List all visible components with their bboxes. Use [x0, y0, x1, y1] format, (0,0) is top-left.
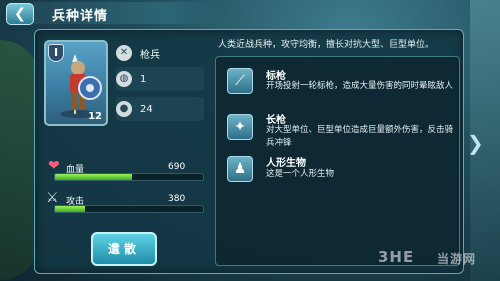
next-unit-arrow[interactable]: ❯ [467, 128, 484, 158]
skill-name-humanoid: 人形生物 [266, 158, 306, 169]
spearman-portrait [60, 54, 102, 118]
hp-bar-fill [55, 174, 132, 180]
crossed-spears-icon: ✕ [116, 45, 132, 61]
sword-icon: ⚔ [46, 190, 59, 206]
troops-icon: ● [116, 101, 132, 117]
back-button[interactable]: ❮ [6, 3, 34, 25]
header: ❮ 兵种详情 [0, 0, 500, 26]
hp-value: 690 [168, 162, 186, 172]
unit-description: 人类近战兵种，攻守均衡，擅长对抗大型、巨型单位。 [218, 40, 435, 50]
unit-level-badge: I [48, 44, 64, 62]
back-arrow-icon: ❮ [14, 6, 26, 22]
stat-b-value: 24 [140, 103, 153, 115]
troops-row: ● 24 [116, 100, 204, 118]
heart-icon: ❤ [48, 158, 60, 174]
spear-icon: ✦ [227, 114, 253, 140]
skill-desc-humanoid: 这是一个人形生物 [266, 169, 335, 179]
attack-value: 380 [168, 194, 186, 204]
dismiss-button[interactable]: 遣散 [91, 232, 157, 266]
skill-desc-javelin: 开场投射一轮标枪，造成大量伤害的同时晕眩敌人 [266, 81, 454, 91]
skill-desc-spear: 对大型单位、巨型单位造成巨量额外伤害，反击骑兵冲锋 [266, 125, 454, 148]
helmet-icon: ◍ [116, 71, 132, 87]
cost-row: ◍ 1 [116, 70, 204, 88]
javelin-icon: ⟋ [227, 68, 253, 94]
page-title: 兵种详情 [52, 9, 109, 24]
watermark-brand: 3HE [378, 248, 415, 266]
attack-bar [54, 205, 204, 213]
stat-a-value: 1 [140, 73, 147, 85]
hp-bar [54, 173, 204, 181]
watermark-site: 当游网 [437, 252, 477, 266]
unit-card: I 12 [44, 40, 108, 126]
unit-count: 12 [88, 111, 102, 122]
weapon-type: 枪兵 [140, 49, 160, 61]
weapon-type-row: ✕ 枪兵 [116, 44, 204, 62]
attack-bar-fill [55, 206, 85, 212]
humanoid-icon: ♟ [227, 156, 253, 182]
